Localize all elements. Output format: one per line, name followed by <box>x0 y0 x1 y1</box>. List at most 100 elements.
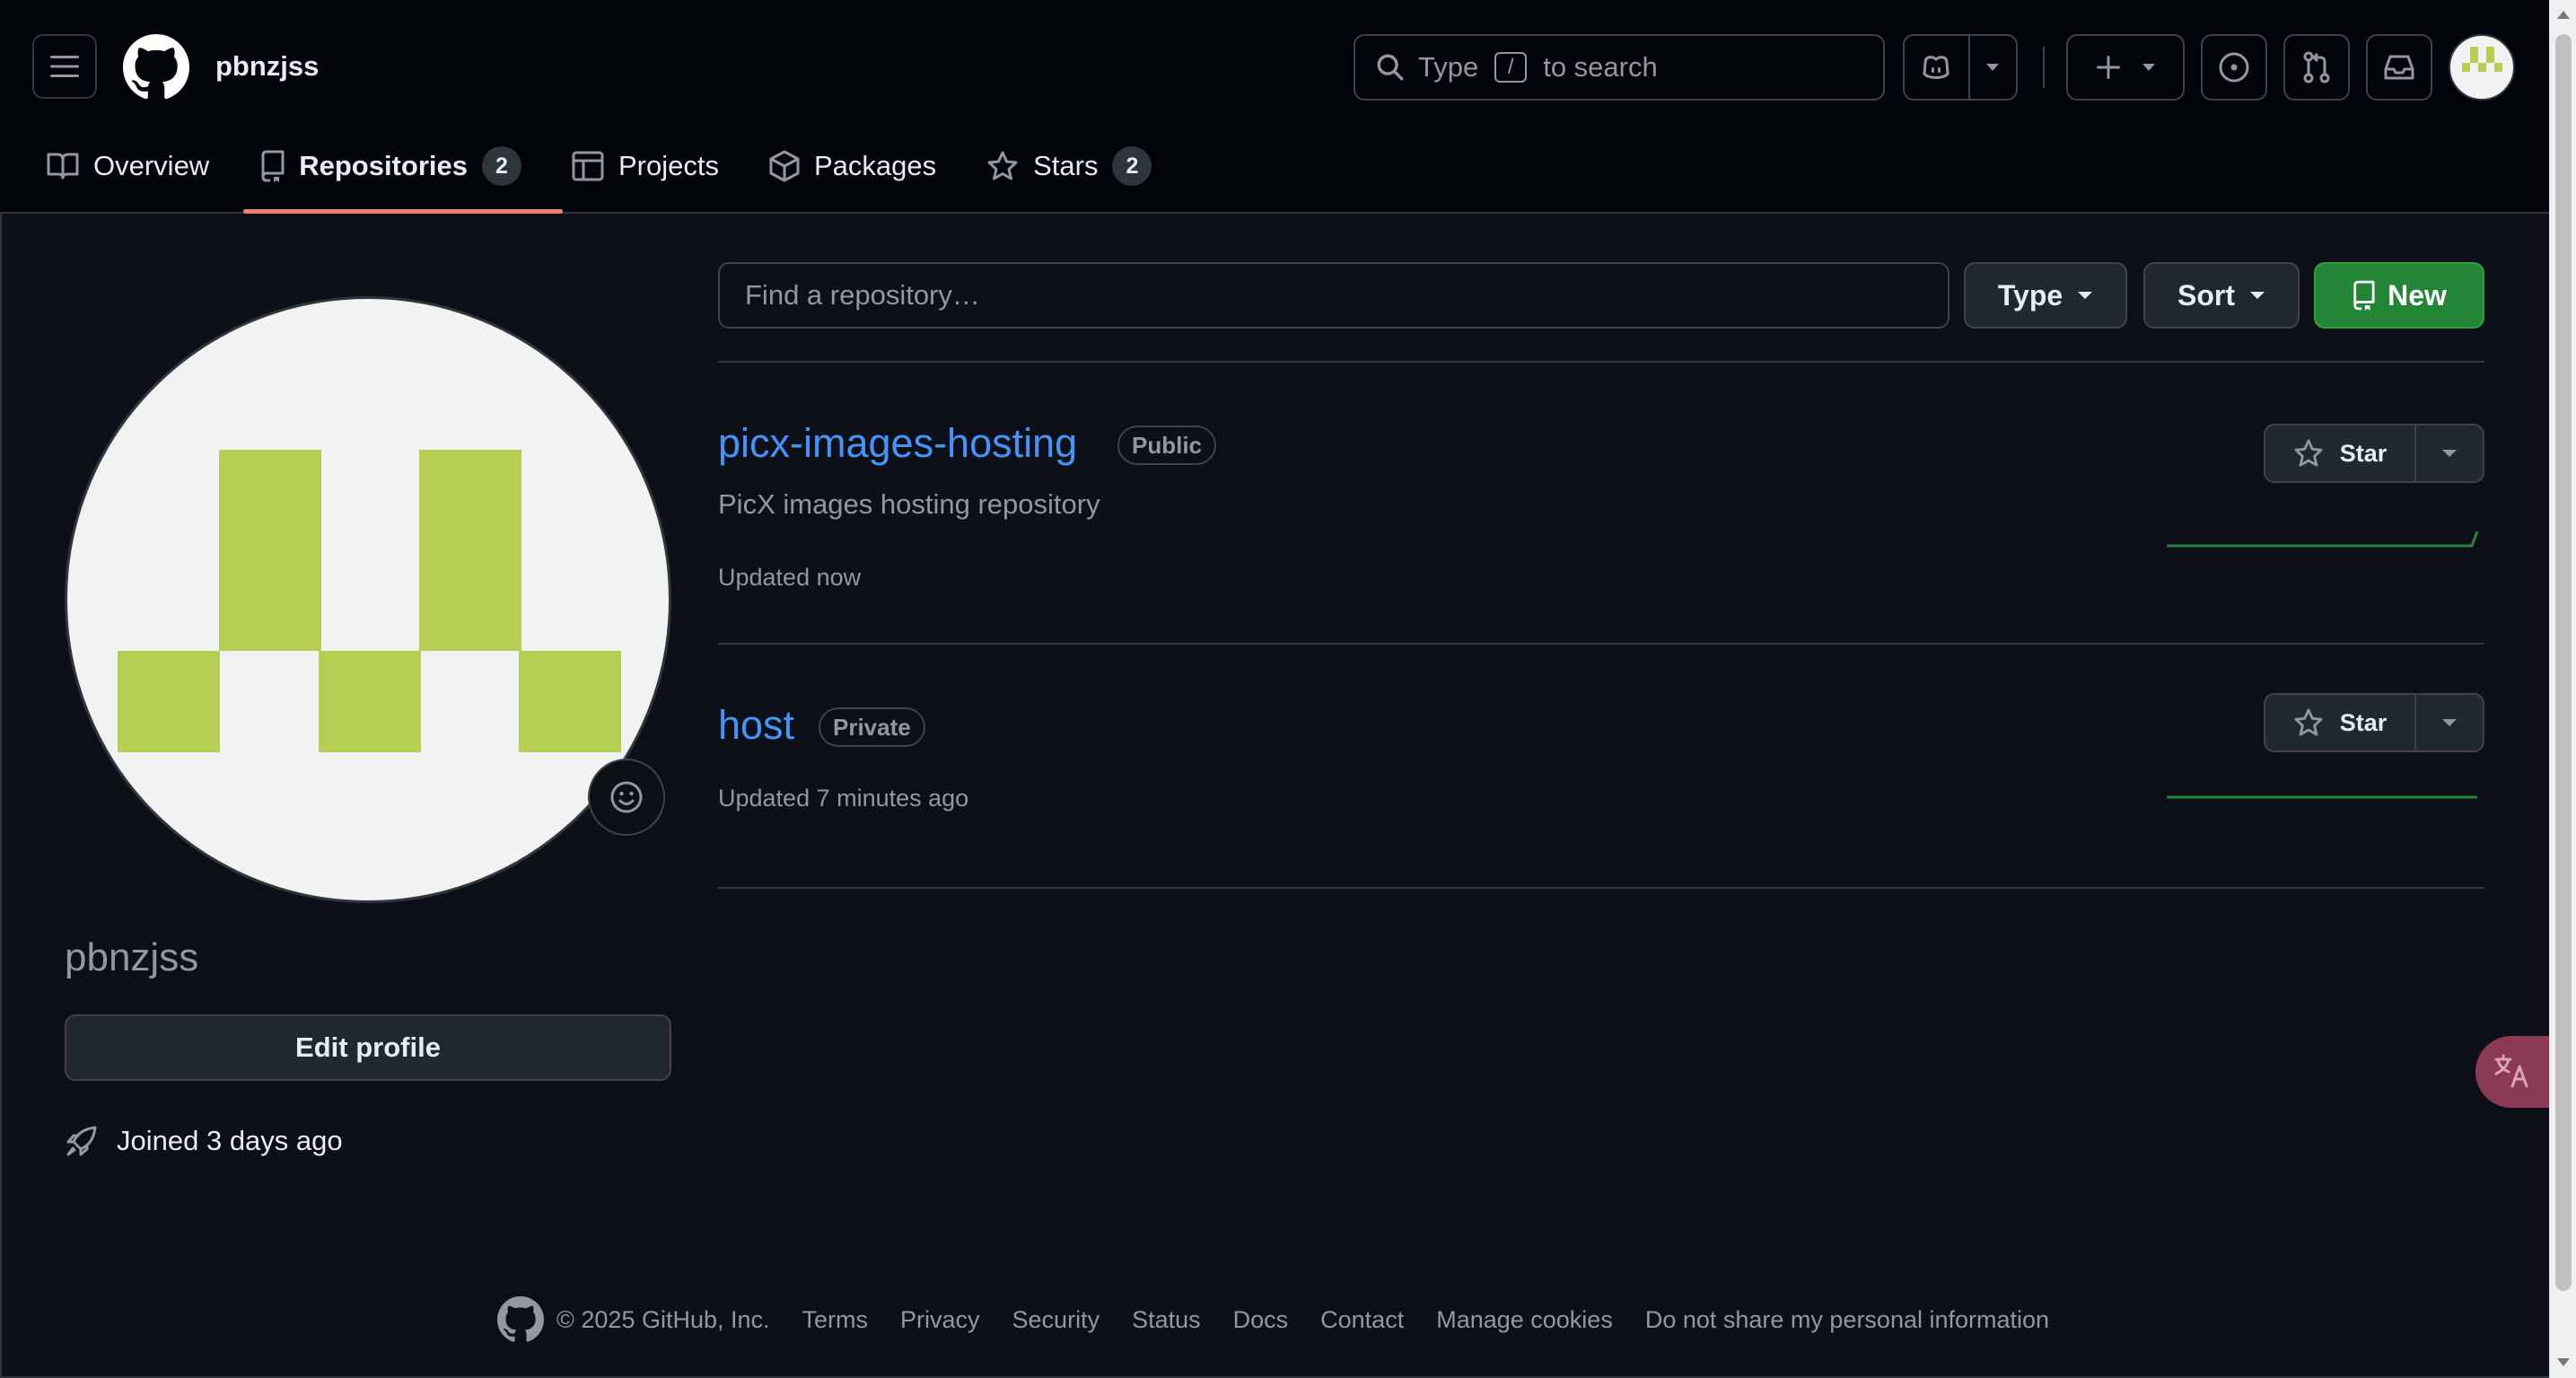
footer-link-manage-cookies[interactable]: Manage cookies <box>1436 1306 1613 1334</box>
issue-opened-icon <box>2219 52 2249 83</box>
find-repository-input[interactable] <box>718 262 1950 329</box>
package-icon <box>769 150 800 182</box>
profile-login: pbnzjss <box>65 935 199 979</box>
copilot-menu-button[interactable] <box>1967 36 2016 99</box>
star-lists-menu-button[interactable] <box>2414 695 2483 750</box>
copyright-text: © 2025 GitHub, Inc. <box>556 1305 770 1333</box>
repo-link[interactable]: picx-images-hosting <box>718 420 1077 467</box>
github-logo-icon[interactable] <box>123 34 189 101</box>
search-icon <box>1377 54 1404 81</box>
footer-link-do-not-share[interactable]: Do not share my personal information <box>1645 1306 2049 1334</box>
repo-link[interactable]: host <box>718 702 794 749</box>
footer-link-security[interactable]: Security <box>1012 1306 1100 1334</box>
tab-repositories[interactable]: Repositories 2 <box>243 135 563 214</box>
footer-copyright: © 2025 GitHub, Inc. <box>497 1296 770 1343</box>
tab-repositories-label: Repositories <box>299 150 468 181</box>
tab-projects[interactable]: Projects <box>572 135 744 197</box>
github-logo-icon[interactable] <box>497 1296 544 1343</box>
profile-tabs: Overview Repositories 2 Projects Package… <box>47 135 1202 214</box>
search-suffix: to search <box>1543 51 1658 83</box>
tab-packages-label: Packages <box>813 150 937 181</box>
footer: © 2025 GitHub, Inc. Terms Privacy Securi… <box>497 1296 2049 1343</box>
plus-icon <box>2097 56 2120 79</box>
caret-down-icon <box>1986 64 2000 71</box>
scrollbar-thumb[interactable] <box>2555 34 2572 1291</box>
rocket-icon <box>66 1126 97 1156</box>
user-avatar-menu[interactable] <box>2449 34 2515 101</box>
type-filter-button[interactable]: Type <box>1964 262 2127 329</box>
translate-icon <box>2494 1054 2528 1088</box>
footer-link-status[interactable]: Status <box>1132 1306 1201 1334</box>
tab-packages[interactable]: Packages <box>769 135 961 197</box>
footer-link-privacy[interactable]: Privacy <box>900 1306 980 1334</box>
footer-link-docs[interactable]: Docs <box>1233 1306 1289 1334</box>
global-search[interactable]: Type / to search <box>1354 34 1885 101</box>
pull-requests-button[interactable] <box>2283 34 2350 101</box>
inbox-icon <box>2384 55 2414 80</box>
activity-sparkline <box>2167 795 2477 799</box>
star-icon <box>987 151 1018 180</box>
repo-updated-time: Updated now <box>718 564 862 591</box>
star-button-group: Star <box>2264 424 2484 483</box>
repo-icon <box>261 150 285 182</box>
star-button-group: Star <box>2264 693 2484 752</box>
search-prefix: Type <box>1418 51 1479 83</box>
identicon-avatar-icon <box>2462 47 2502 72</box>
repositories-count-badge: 2 <box>481 146 521 186</box>
new-repository-button[interactable]: New <box>2314 262 2484 329</box>
footer-link-contact[interactable]: Contact <box>1320 1306 1404 1334</box>
star-button[interactable]: Star <box>2265 695 2414 750</box>
table-icon <box>572 151 604 181</box>
star-icon <box>2294 708 2323 736</box>
copilot-button-group <box>1903 34 2018 101</box>
visibility-badge: Public <box>1117 426 1217 465</box>
edit-profile-button[interactable]: Edit profile <box>65 1014 671 1081</box>
repo-icon <box>2353 280 2375 311</box>
repo-updated-time: Updated 7 minutes ago <box>718 785 969 812</box>
translate-extension-button[interactable] <box>2475 1036 2549 1108</box>
scroll-down-arrow-icon[interactable] <box>2556 1357 2571 1368</box>
list-divider <box>718 643 2484 645</box>
tab-stars[interactable]: Stars 2 <box>986 135 1177 197</box>
header-divider <box>2043 47 2045 88</box>
global-header: pbnzjss Type / to search Overview Reposi… <box>0 0 2549 214</box>
git-pull-request-icon <box>2303 51 2330 83</box>
caret-down-icon <box>2442 450 2457 457</box>
star-label: Star <box>2339 708 2388 736</box>
create-new-button[interactable] <box>2066 34 2185 101</box>
search-shortcut-key: / <box>1494 52 1528 83</box>
menu-button[interactable] <box>32 34 97 99</box>
profile-avatar[interactable] <box>65 296 671 903</box>
repo-description: PicX images hosting repository <box>718 488 1100 520</box>
star-label: Star <box>2339 439 2388 467</box>
identicon-avatar-icon <box>118 450 621 752</box>
copilot-button[interactable] <box>1905 36 1968 99</box>
joined-text: Joined 3 days ago <box>117 1125 343 1156</box>
sort-button[interactable]: Sort <box>2143 262 2300 329</box>
header-username[interactable]: pbnzjss <box>215 50 319 83</box>
joined-info: Joined 3 days ago <box>65 1124 343 1158</box>
activity-sparkline <box>2167 531 2479 548</box>
issues-button[interactable] <box>2201 34 2267 101</box>
new-repository-label: New <box>2388 278 2447 312</box>
hamburger-icon <box>50 56 79 77</box>
sort-label: Sort <box>2177 278 2235 312</box>
tab-overview[interactable]: Overview <box>47 135 234 197</box>
star-icon <box>2294 439 2323 467</box>
copilot-icon <box>1923 56 1950 79</box>
visibility-badge: Private <box>819 707 925 747</box>
inbox-button[interactable] <box>2366 34 2432 101</box>
smiley-icon <box>610 781 643 813</box>
caret-down-icon <box>2142 64 2155 71</box>
scroll-up-arrow-icon[interactable] <box>2556 9 2571 20</box>
tab-overview-label: Overview <box>93 150 210 181</box>
set-status-button[interactable] <box>588 759 665 836</box>
star-button[interactable]: Star <box>2265 426 2414 481</box>
page-scrollbar[interactable] <box>2549 0 2576 1378</box>
tab-stars-label: Stars <box>1033 150 1099 181</box>
footer-link-terms[interactable]: Terms <box>802 1306 869 1334</box>
caret-down-icon <box>2250 292 2265 299</box>
star-lists-menu-button[interactable] <box>2414 426 2483 481</box>
type-filter-label: Type <box>1997 278 2063 312</box>
caret-down-icon <box>2442 719 2457 726</box>
